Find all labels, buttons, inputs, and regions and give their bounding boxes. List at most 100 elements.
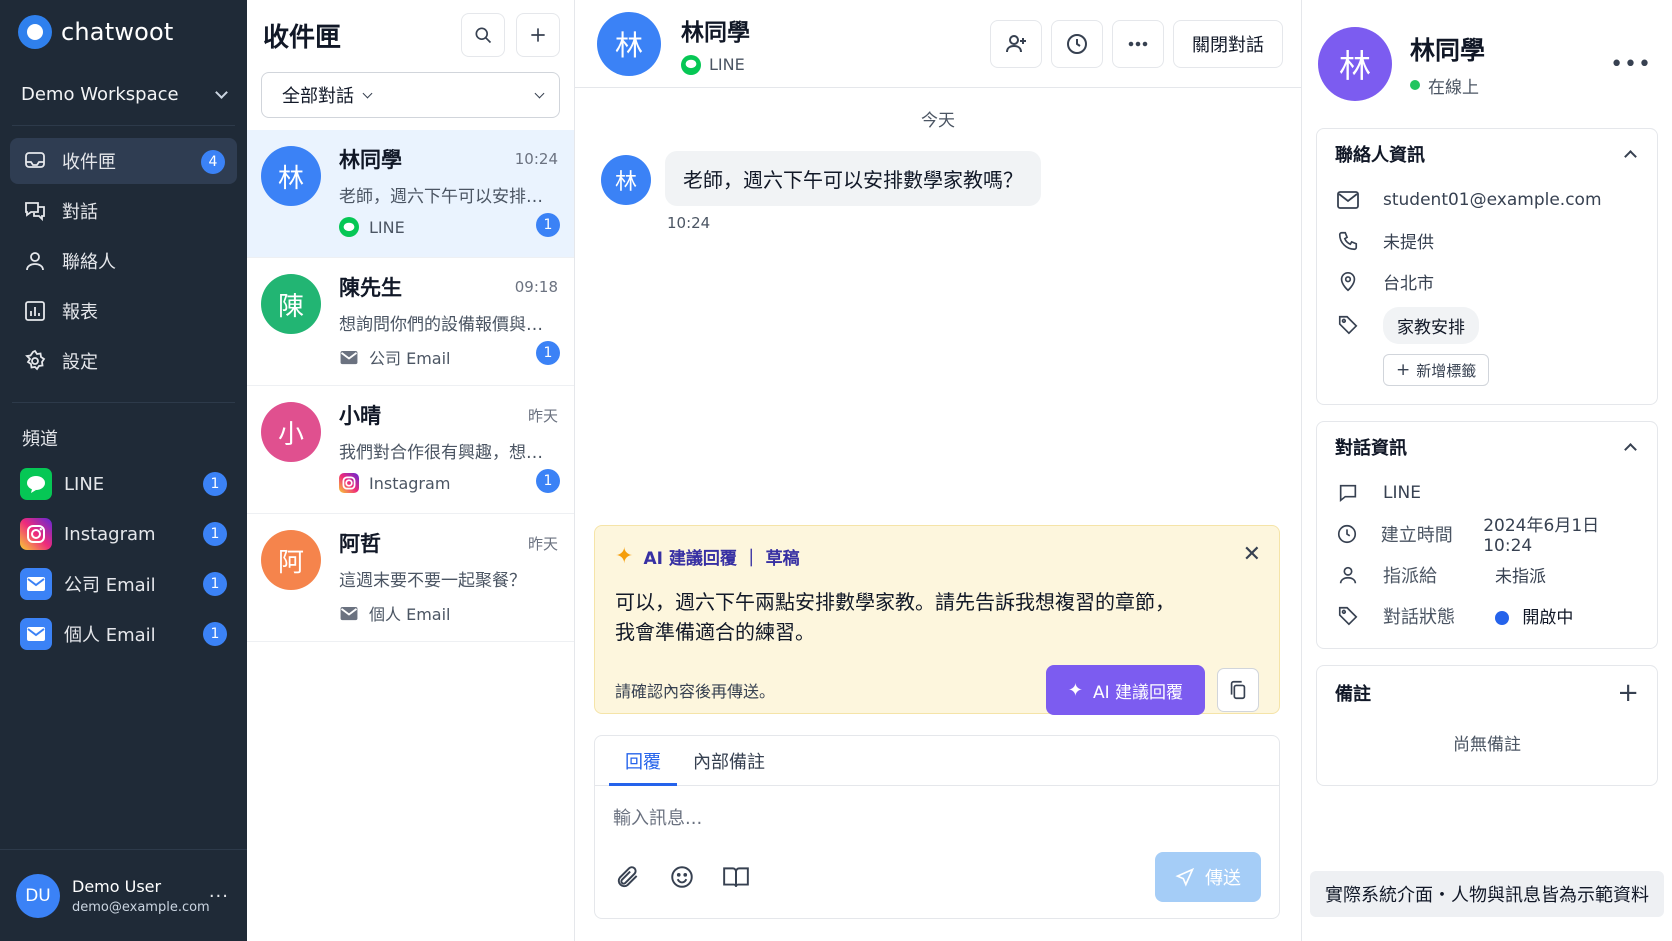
contact-info-header[interactable]: 聯絡人資訊	[1335, 129, 1639, 179]
incoming-message: 林 老師，週六下午可以安排數學家教嗎？	[601, 151, 1301, 206]
clock-icon	[1067, 33, 1087, 54]
conversation-top: 小晴 昨天	[339, 400, 558, 430]
avatar: 陳	[261, 274, 321, 334]
nav-item-contacts[interactable]: 聯絡人	[10, 238, 237, 284]
conversation-item[interactable]: 林 林同學 10:24 老師，週六下午可以安排數學家教嗎？ LINE 1	[247, 130, 574, 258]
contact-email-row: student01@example.com	[1335, 179, 1639, 220]
channel-company-email[interactable]: 公司 Email 1	[0, 559, 247, 609]
status-badge: 在線上	[1410, 73, 1610, 98]
book-icon[interactable]	[721, 862, 751, 892]
search-icon	[475, 27, 492, 44]
message-bubble: 老師，週六下午可以安排數學家教嗎？	[665, 151, 1041, 206]
channel-badge: 1	[203, 622, 227, 646]
ai-button-label: AI 建議回覆	[1092, 682, 1183, 703]
tab-internal-note[interactable]: 內部備註	[677, 736, 781, 785]
ai-suggest-reply-button[interactable]: ✦ AI 建議回覆	[1045, 665, 1205, 715]
brand[interactable]: chatwoot	[0, 0, 247, 64]
ai-suggestion-header: ✦ AI 建議回覆 ｜ 草稿	[615, 544, 1259, 569]
assignee-value[interactable]: 未指派	[1495, 562, 1546, 587]
add-tag-button[interactable]: + 新增標籤	[1383, 354, 1490, 386]
contact-info-card: 聯絡人資訊 student01@example.com 未提供 台北市 家教安排…	[1316, 128, 1658, 405]
channel-personal-email[interactable]: 個人 Email 1	[0, 609, 247, 659]
conversation-channel-row: LINE	[1335, 472, 1639, 513]
conversation-item[interactable]: 陳 陳先生 09:18 想詢問你們的設備報價與交期 公司 Email 1	[247, 258, 574, 386]
bar-chart-icon	[22, 298, 48, 324]
instagram-icon	[339, 473, 359, 493]
contact-email[interactable]: student01@example.com	[1383, 190, 1602, 210]
workspace-switcher[interactable]: Demo Workspace	[12, 64, 235, 126]
chat-contact-name: 林同學	[681, 19, 750, 46]
send-button[interactable]: 傳送	[1155, 852, 1261, 902]
snooze-button[interactable]	[1051, 19, 1103, 68]
status-value-text: 開啟中	[1522, 608, 1574, 628]
current-user[interactable]: DU Demo User demo@example.com ···	[0, 849, 247, 941]
contact-name: 阿哲	[339, 532, 381, 556]
conversation-channel: Instagram	[339, 473, 558, 493]
created-value: 2024年6月1日 10:24	[1483, 516, 1600, 556]
message-preview: 這週末要不要一起聚餐？	[339, 571, 526, 591]
plus-icon	[531, 28, 545, 42]
person-icon	[22, 248, 48, 274]
close-conversation-button[interactable]: 關閉對話	[1173, 19, 1283, 68]
timestamp: 10:24	[514, 150, 558, 168]
assign-agent-button[interactable]	[990, 19, 1042, 68]
contact-panel: 林 林同學 在線上 ••• 聯絡人資訊 student01@example.co…	[1302, 0, 1672, 941]
channel-badge: 1	[203, 572, 227, 596]
add-note-icon[interactable]: +	[1617, 678, 1639, 708]
contact-name: 小晴	[339, 404, 381, 428]
chatwoot-logo-icon	[18, 15, 52, 49]
close-icon[interactable]: ✕	[1243, 542, 1261, 567]
conversation-info-header[interactable]: 對話資訊	[1335, 422, 1639, 472]
plus-icon: +	[1396, 360, 1411, 380]
tab-reply[interactable]: 回覆	[609, 736, 677, 786]
conversation-channel: 個人 Email	[339, 601, 558, 625]
channel-line[interactable]: LINE 1	[0, 459, 247, 509]
channel-instagram[interactable]: Instagram 1	[0, 509, 247, 559]
conversation-channel: LINE	[339, 217, 558, 237]
more-icon[interactable]: ···	[209, 886, 229, 907]
nav-item-inbox[interactable]: 收件匣 4	[10, 138, 237, 184]
nav-item-settings[interactable]: 設定	[10, 338, 237, 384]
message-input[interactable]: 輸入訊息...	[595, 786, 1279, 846]
conversation-filter-select[interactable]: 全部對話	[261, 72, 560, 118]
nav-item-reports[interactable]: 報表	[10, 288, 237, 334]
new-conversation-button[interactable]	[516, 13, 560, 57]
copy-button[interactable]	[1217, 668, 1259, 712]
avatar: 阿	[261, 530, 321, 590]
email-icon	[20, 618, 52, 650]
email-icon	[339, 347, 359, 367]
composer-toolbar: 傳送	[595, 852, 1279, 902]
more-actions-button[interactable]	[1112, 19, 1164, 68]
contact-name: 陳先生	[339, 276, 402, 300]
contact-name: 林同學	[339, 148, 402, 172]
tag-chip[interactable]: 家教安排	[1383, 306, 1479, 344]
contact-tags-row: 家教安排	[1335, 302, 1639, 348]
avatar: 林	[597, 11, 661, 76]
message-preview: 我們對合作很有興趣，想進一步了解	[339, 443, 549, 463]
more-icon[interactable]: •••	[1610, 52, 1652, 77]
conversation-item[interactable]: 阿 阿哲 昨天 這週末要不要一起聚餐？ 個人 Email	[247, 514, 574, 642]
status-value[interactable]: 開啟中	[1495, 603, 1573, 628]
conversation-info-card: 對話資訊 LINE 建立時間 2024年6月1日 10:24 指派給 未指派 對…	[1316, 421, 1658, 649]
inbox-header: 收件匣	[247, 0, 574, 70]
conversation-item[interactable]: 小 小晴 昨天 我們對合作很有興趣，想進一步了解 Instagram 1	[247, 386, 574, 514]
search-button[interactable]	[461, 13, 505, 57]
avatar: 林	[601, 155, 651, 205]
nav-item-conversations[interactable]: 對話	[10, 188, 237, 234]
line-icon	[339, 217, 359, 237]
created-row: 建立時間 2024年6月1日 10:24	[1335, 513, 1639, 556]
status-text: 在線上	[1428, 77, 1479, 98]
attachment-icon[interactable]	[613, 862, 643, 892]
chat-channel: LINE	[681, 54, 981, 75]
inbox-icon	[22, 148, 48, 174]
mail-icon	[1335, 187, 1361, 213]
contact-phone-row: 未提供	[1335, 220, 1639, 261]
notes-empty-text: 尚無備註	[1453, 735, 1521, 755]
chevron-up-icon	[1624, 443, 1637, 456]
emoji-icon[interactable]	[667, 862, 697, 892]
chat-contact-meta: 林同學 LINE	[681, 13, 981, 75]
email-icon	[339, 603, 359, 623]
chat-bubbles-icon	[22, 198, 48, 224]
unread-badge: 1	[536, 341, 560, 365]
channel-label: LINE	[64, 473, 105, 495]
